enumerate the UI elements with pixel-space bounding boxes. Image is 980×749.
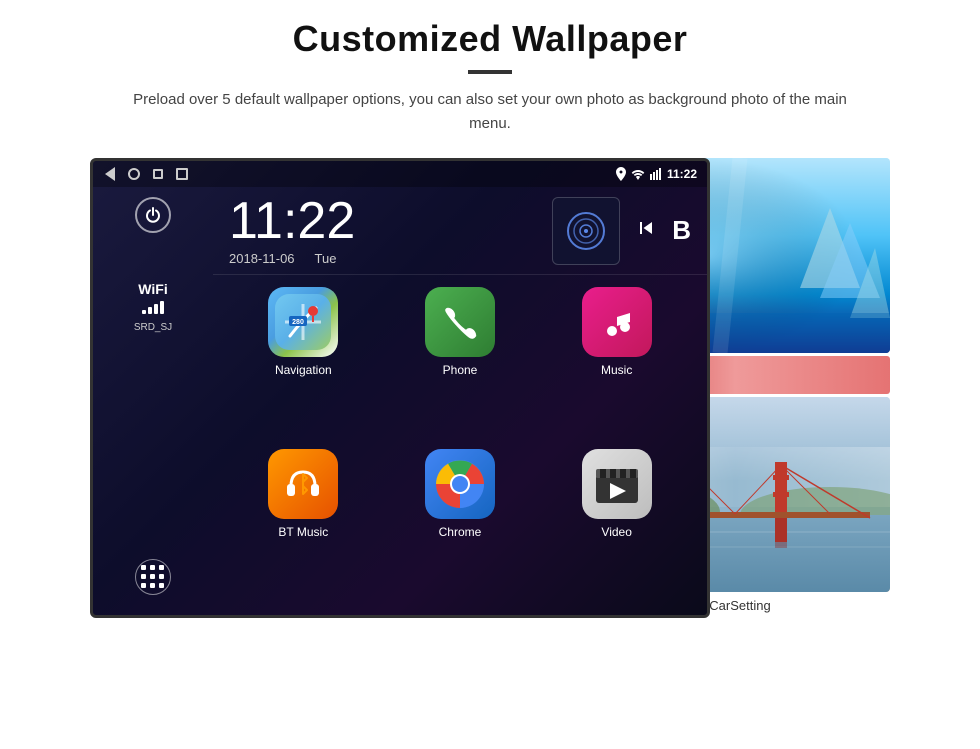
clock-time: 11:22: [229, 195, 532, 247]
status-time: 11:22: [667, 167, 697, 181]
clock-area: 11:22 2018-11-06 Tue: [213, 187, 707, 275]
chrome-icon: [425, 449, 495, 519]
screen-main: WiFi SRD_SJ: [93, 187, 707, 615]
wifi-status-icon: [631, 168, 645, 180]
signal-icon: [650, 168, 662, 180]
page-subtitle: Preload over 5 default wallpaper options…: [120, 88, 860, 136]
app-video[interactable]: Video: [542, 449, 691, 603]
center-content: 11:22 2018-11-06 Tue: [213, 187, 707, 615]
status-bar-left: [103, 167, 189, 181]
page-title: Customized Wallpaper: [293, 18, 688, 60]
skip-prev-icon[interactable]: [634, 216, 658, 245]
wifi-section: WiFi SRD_SJ: [134, 281, 172, 335]
apps-grid-button[interactable]: [135, 559, 171, 595]
bluetooth-icon[interactable]: B: [672, 215, 691, 246]
wifi-bars: [134, 300, 172, 314]
phone-label: Phone: [443, 363, 478, 377]
chrome-label: Chrome: [439, 525, 482, 539]
app-chrome[interactable]: Chrome: [386, 449, 535, 603]
phone-icon: [425, 287, 495, 357]
power-button[interactable]: [135, 197, 171, 233]
music-icon: [582, 287, 652, 357]
wifi-label: WiFi: [134, 281, 172, 297]
app-btmusic[interactable]: BT Music: [229, 449, 378, 603]
wifi-ssid: SRD_SJ: [134, 322, 172, 333]
app-grid: 280 Navigation Ph: [213, 275, 707, 615]
app-navigation[interactable]: 280 Navigation: [229, 287, 378, 441]
app-phone[interactable]: Phone: [386, 287, 535, 441]
status-bar-right: 11:22: [616, 167, 697, 181]
video-icon: [582, 449, 652, 519]
video-label: Video: [601, 525, 631, 539]
clock-display: 11:22 2018-11-06 Tue: [229, 195, 532, 266]
android-screen: 11:22 WiFi: [90, 158, 710, 618]
home-icon: [127, 167, 141, 181]
btmusic-icon: [268, 449, 338, 519]
carsetting-label: CarSetting: [709, 598, 770, 613]
square-icon: [151, 167, 165, 181]
page-wrapper: Customized Wallpaper Preload over 5 defa…: [0, 0, 980, 749]
back-icon: [103, 167, 117, 181]
sidebar: WiFi SRD_SJ: [93, 187, 213, 615]
navigation-icon: 280: [268, 287, 338, 357]
grid-dots: [141, 565, 166, 590]
screenshot-icon: [175, 167, 189, 181]
clock-date: 2018-11-06 Tue: [229, 251, 532, 266]
title-divider: [468, 70, 512, 74]
app-music[interactable]: Music: [542, 287, 691, 441]
location-icon: [616, 167, 626, 181]
clock-date-value: 2018-11-06: [229, 251, 295, 266]
svg-text:280: 280: [292, 319, 304, 326]
clock-day-value: Tue: [315, 251, 337, 266]
media-icons: B: [552, 197, 691, 265]
btmusic-label: BT Music: [278, 525, 328, 539]
status-bar: 11:22: [93, 161, 707, 187]
music-label: Music: [601, 363, 632, 377]
signal-app-icon[interactable]: [552, 197, 620, 265]
device-wrapper: 11:22 WiFi: [90, 158, 890, 618]
navigation-label: Navigation: [275, 363, 332, 377]
